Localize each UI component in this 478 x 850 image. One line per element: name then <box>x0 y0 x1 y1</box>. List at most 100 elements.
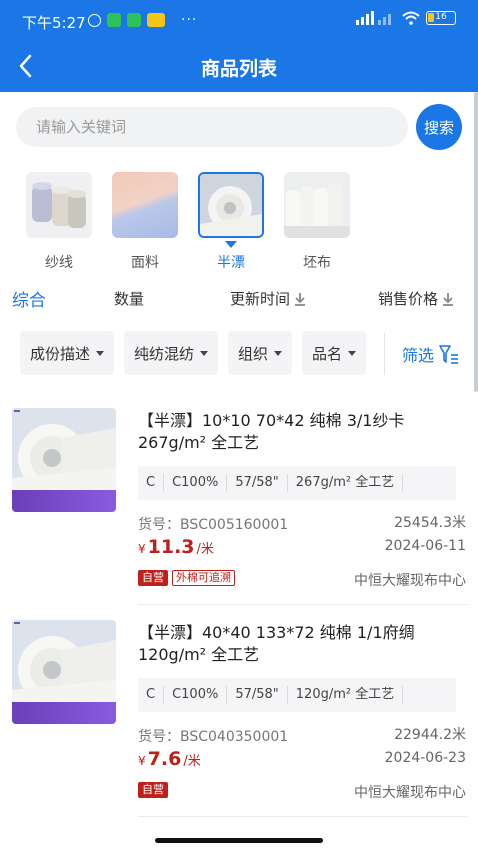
product-date: 2024-06-11 <box>384 538 466 554</box>
self-operated-badge: 自营 <box>138 570 168 586</box>
dropdown-icon <box>96 350 105 356</box>
product-title: 【半漂】10*10 70*42 纯棉 3/1纱卡 267g/m² 全工艺 <box>138 411 405 452</box>
wechat-icon <box>107 13 121 27</box>
traceable-cotton-badge: 外棉可追溯 <box>172 570 235 586</box>
category-tabs: 纱线 面料 半漂 坯布 <box>16 172 360 272</box>
sort-update-time[interactable]: 更新时间 <box>230 288 306 309</box>
price-unit: /米 <box>196 542 214 557</box>
active-category-pointer <box>225 241 237 248</box>
spec-item: 267g/m² 全工艺 <box>288 474 404 492</box>
image-corner-tag <box>14 410 20 412</box>
category-label: 纱线 <box>45 255 73 271</box>
search-input[interactable] <box>16 107 408 147</box>
spec-item: C <box>138 686 165 704</box>
filter-label: 筛选 <box>402 346 435 365</box>
page-title: 商品列表 <box>200 58 277 80</box>
category-semi-bleached[interactable]: 半漂 <box>188 172 274 272</box>
category-yarn[interactable]: 纱线 <box>16 172 102 272</box>
alarm-icon <box>88 13 101 27</box>
semi-bleached-thumbnail <box>198 172 264 238</box>
self-operated-badge: 自营 <box>138 782 168 798</box>
image-promo-band <box>12 702 116 724</box>
product-price: ¥ 7.6 /米 <box>138 748 201 770</box>
notification-icons: ··· <box>88 12 197 28</box>
product-seller: 中恒大耀现布中心 <box>354 785 466 801</box>
category-fabric[interactable]: 面料 <box>102 172 188 272</box>
category-label: 半漂 <box>217 255 245 271</box>
sort-price[interactable]: 销售价格 <box>378 288 454 309</box>
sort-label: 数量 <box>114 290 145 308</box>
card-divider <box>138 816 468 817</box>
product-image <box>12 620 116 724</box>
category-label: 坯布 <box>303 255 331 271</box>
status-time: 下午5:27 <box>22 14 86 32</box>
price-value: 11.3 <box>147 536 195 558</box>
image-promo-band <box>12 490 116 512</box>
dropdown-icon <box>274 350 283 356</box>
spec-item: C <box>138 474 165 492</box>
product-date: 2024-06-23 <box>384 750 466 766</box>
spec-item: C100% <box>164 686 228 704</box>
price-value: 7.6 <box>147 748 182 770</box>
product-price: ¥ 11.3 /米 <box>138 536 214 558</box>
greige-thumbnail <box>284 172 350 238</box>
filter-funnel-icon <box>439 345 459 364</box>
filter-chips: 成份描述 纯纺混纺 组织 品名 <box>20 331 367 375</box>
category-greige[interactable]: 坯布 <box>274 172 360 272</box>
sort-label: 更新时间 <box>230 290 291 308</box>
category-label: 面料 <box>131 255 159 271</box>
wifi-icon <box>402 11 420 25</box>
filter-weave[interactable]: 组织 <box>228 331 293 375</box>
product-image <box>12 408 116 512</box>
dropdown-icon <box>348 350 357 356</box>
system-indicators: 16 <box>356 11 456 25</box>
sort-label: 综合 <box>12 291 46 311</box>
app-header: 下午5:27 ··· 16 商品列表 <box>0 0 478 92</box>
filter-divider <box>384 333 385 375</box>
sort-bar: 综合 数量 更新时间 销售价格 <box>0 282 478 316</box>
filter-button[interactable]: 筛选 <box>402 342 460 366</box>
scrollbar[interactable] <box>474 92 478 392</box>
spec-item: 57/58" <box>227 474 288 492</box>
product-card[interactable]: 【半漂】40*40 133*72 纯棉 1/1府绸 120g/m² 全工艺 C … <box>0 620 478 820</box>
chip-label: 品名 <box>312 344 343 363</box>
search-button[interactable]: 搜索 <box>416 104 462 150</box>
spec-item: C100% <box>164 474 228 492</box>
home-indicator[interactable] <box>155 838 323 843</box>
product-card[interactable]: 【半漂】10*10 70*42 纯棉 3/1纱卡 267g/m² 全工艺 C C… <box>0 408 478 608</box>
sort-comprehensive[interactable]: 综合 <box>12 286 46 311</box>
more-notifications-icon: ··· <box>181 12 198 28</box>
sort-download-icon <box>295 292 306 306</box>
sort-download-icon <box>443 292 454 306</box>
spec-item: 120g/m² 全工艺 <box>288 686 404 704</box>
battery-icon: 16 <box>426 11 456 25</box>
product-quantity: 22944.2米 <box>394 727 466 743</box>
image-corner-tag <box>14 622 20 624</box>
spec-item: 57/58" <box>227 686 288 704</box>
product-specs: C C100% 57/58" 120g/m² 全工艺 <box>138 678 456 712</box>
filter-blend[interactable]: 纯纺混纺 <box>124 331 219 375</box>
filter-product-name[interactable]: 品名 <box>302 331 367 375</box>
price-currency: ¥ <box>138 542 146 556</box>
status-bar: 下午5:27 ··· 16 <box>0 0 478 40</box>
product-code: 货号：BSC040350001 <box>138 729 289 745</box>
filter-composition[interactable]: 成份描述 <box>20 331 115 375</box>
app-notification-icon <box>147 13 165 27</box>
product-badges: 自营 外棉可追溯 <box>138 570 235 586</box>
sort-label: 销售价格 <box>378 290 439 308</box>
signal-icon <box>356 11 391 25</box>
dropdown-icon <box>200 350 209 356</box>
product-specs: C C100% 57/58" 267g/m² 全工艺 <box>138 466 456 500</box>
product-code: 货号：BSC005160001 <box>138 517 289 533</box>
product-quantity: 25454.3米 <box>394 515 466 531</box>
chip-label: 组织 <box>238 344 269 363</box>
product-badges: 自营 <box>138 782 168 798</box>
sort-quantity[interactable]: 数量 <box>114 288 144 309</box>
product-seller: 中恒大耀现布中心 <box>354 573 466 589</box>
card-divider <box>138 604 468 605</box>
chip-label: 纯纺混纺 <box>134 344 195 363</box>
price-currency: ¥ <box>138 754 146 768</box>
fabric-thumbnail <box>112 172 178 238</box>
yarn-thumbnail <box>26 172 92 238</box>
product-title: 【半漂】40*40 133*72 纯棉 1/1府绸 120g/m² 全工艺 <box>138 623 415 664</box>
